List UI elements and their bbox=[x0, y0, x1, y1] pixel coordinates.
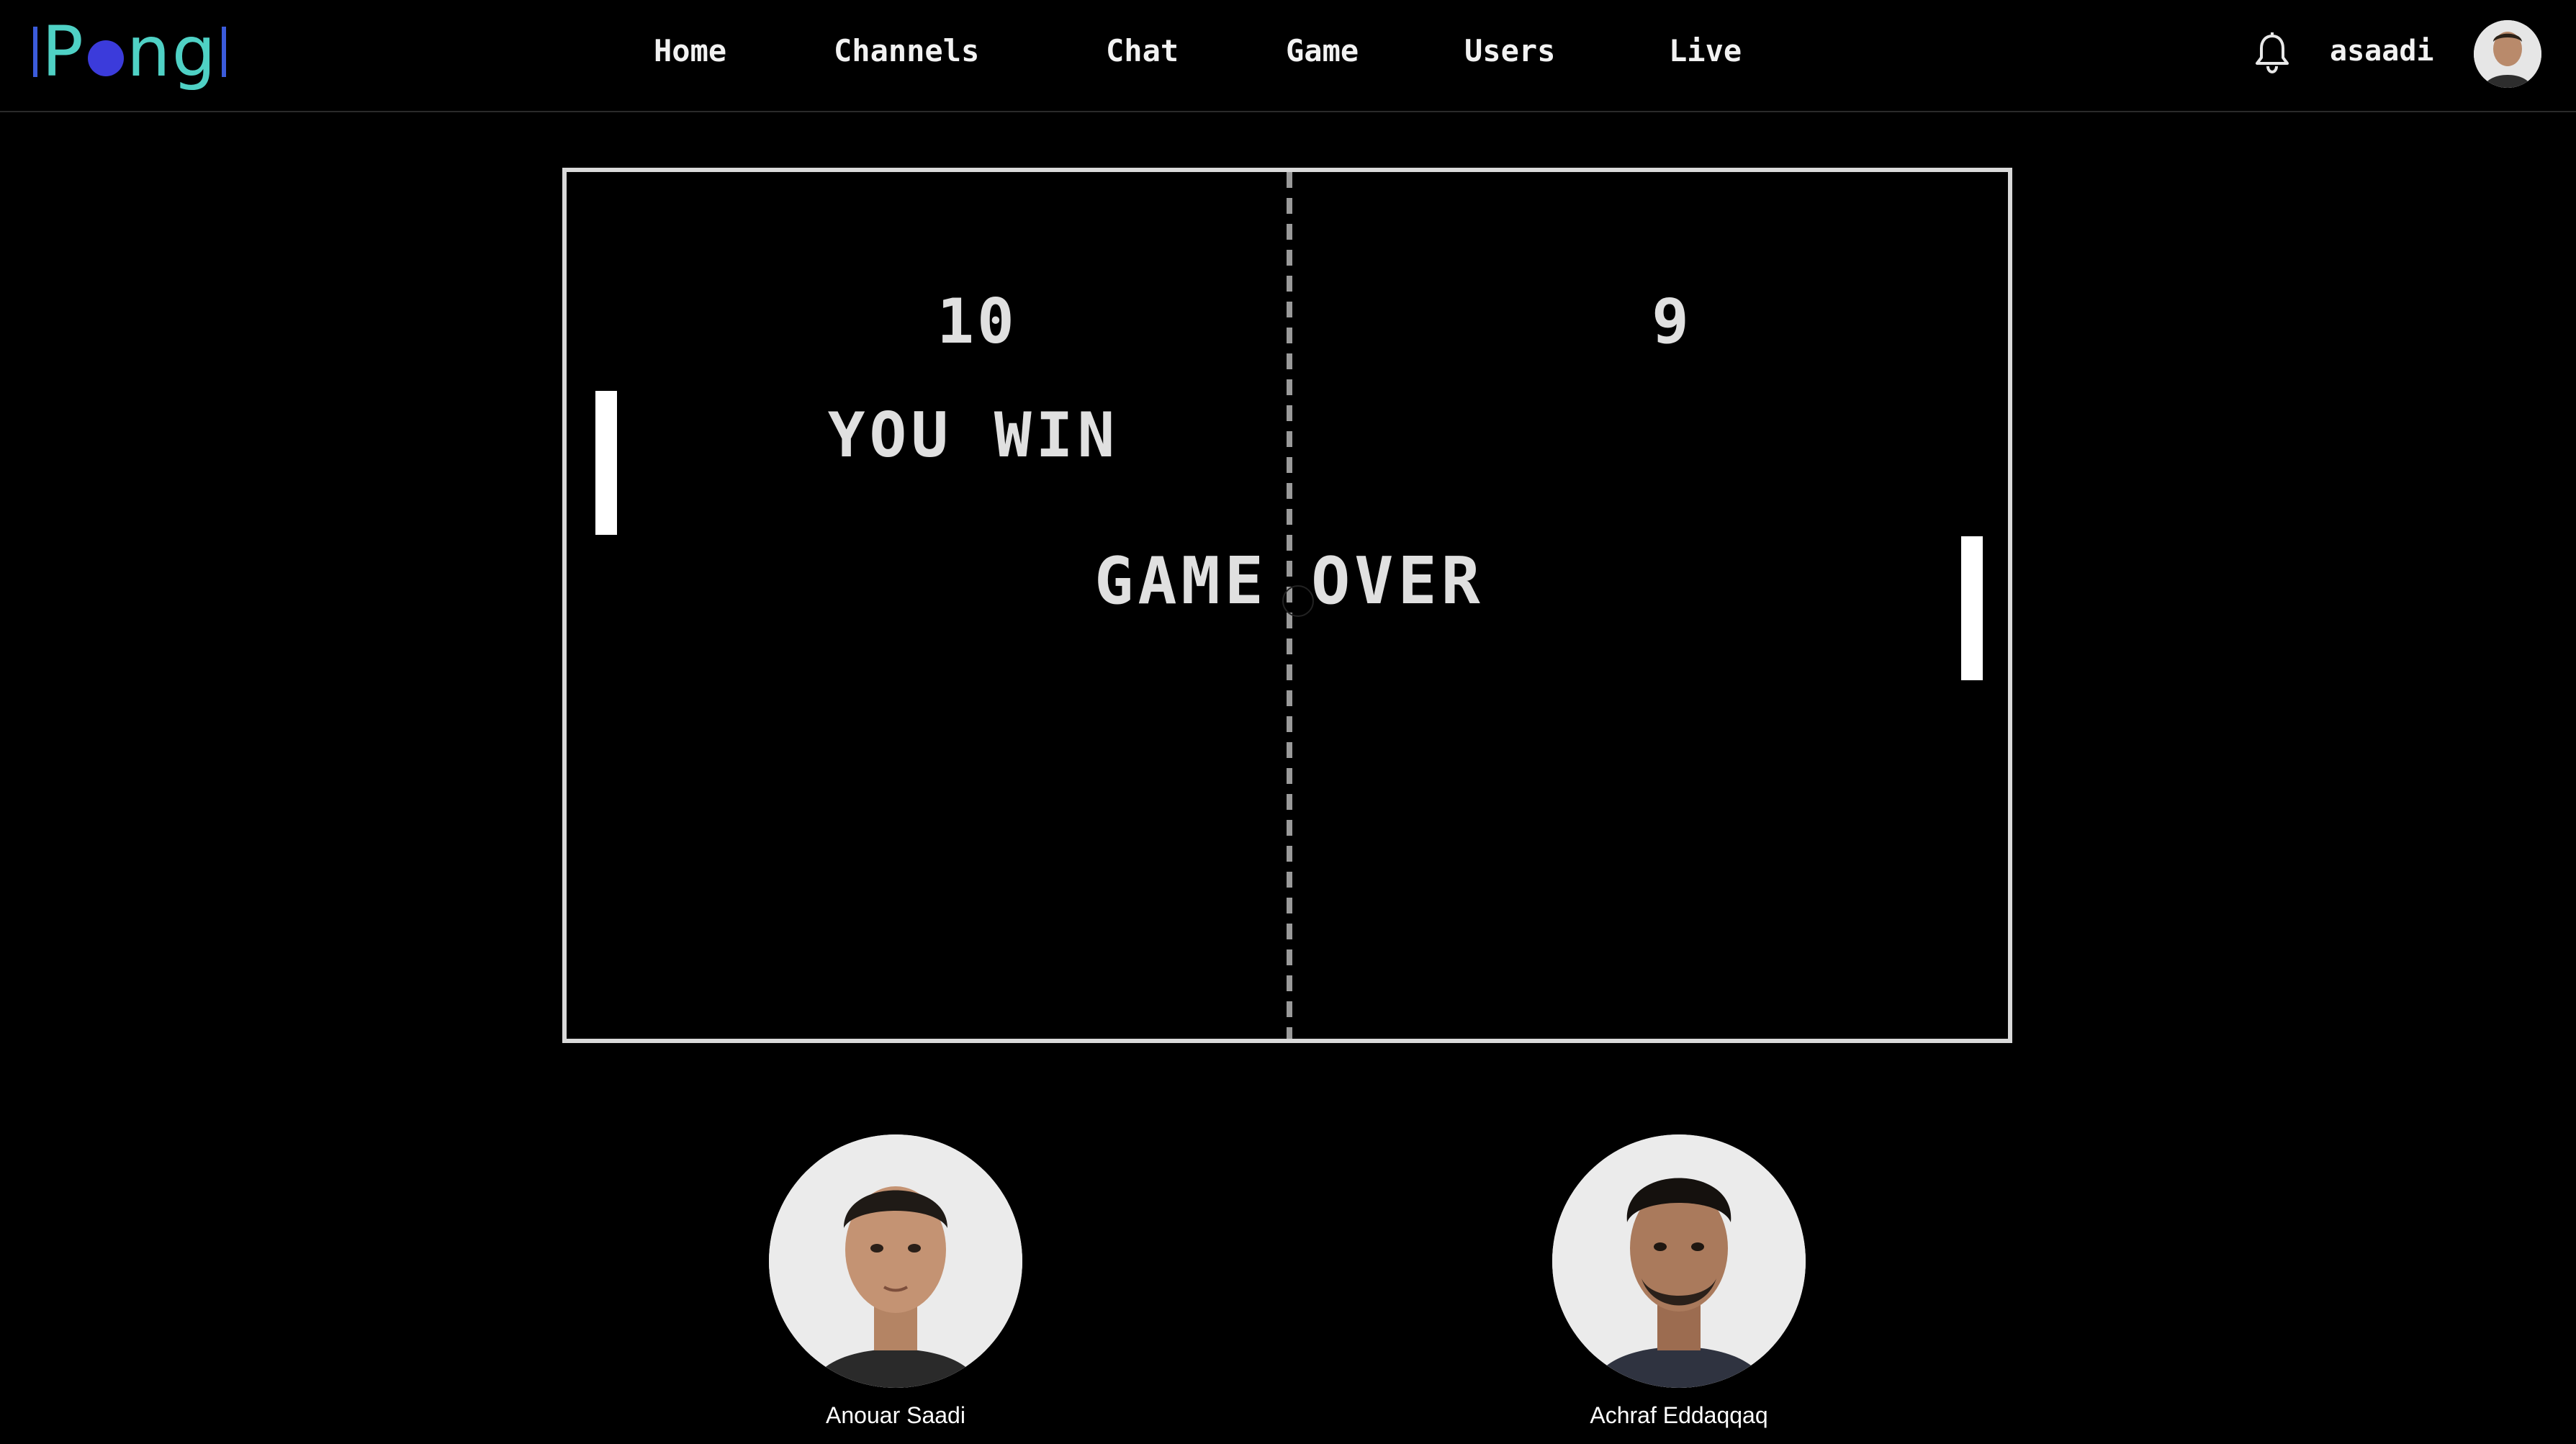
nav-channels[interactable]: Channels bbox=[834, 33, 979, 68]
player-left-photo bbox=[769, 1134, 1022, 1388]
nav-chat[interactable]: Chat bbox=[1106, 33, 1179, 68]
ball bbox=[1282, 585, 1314, 617]
result-message: YOU WIN bbox=[827, 400, 1120, 471]
nav-links: Home Channels Chat Game Users Live bbox=[0, 0, 2576, 107]
current-username[interactable]: asaadi bbox=[2330, 35, 2434, 68]
nav-home[interactable]: Home bbox=[654, 33, 726, 68]
nav-game[interactable]: Game bbox=[1286, 33, 1359, 68]
user-avatar[interactable] bbox=[2474, 20, 2541, 88]
avatar-person-image bbox=[2474, 20, 2541, 88]
left-paddle bbox=[595, 391, 617, 535]
player-right-name: Achraf Eddaqqaq bbox=[1590, 1402, 1768, 1428]
player-right-photo bbox=[1552, 1134, 1806, 1388]
top-navbar: P ng Home Channels Chat Game Users Live … bbox=[0, 0, 2576, 112]
player-right-avatar[interactable] bbox=[1552, 1134, 1806, 1388]
player-left-card: Anouar Saadi bbox=[766, 1134, 1025, 1429]
right-paddle bbox=[1961, 536, 1983, 680]
bell-icon[interactable] bbox=[2253, 32, 2291, 75]
right-player-score: 9 bbox=[1652, 286, 1692, 358]
nav-live[interactable]: Live bbox=[1669, 33, 1742, 68]
pong-game-board[interactable]: 10 9 YOU WIN GAME OVER bbox=[562, 168, 2012, 1043]
player-left-avatar[interactable] bbox=[769, 1134, 1022, 1388]
left-player-score: 10 bbox=[937, 286, 1017, 358]
player-right-card: Achraf Eddaqqaq bbox=[1549, 1134, 1809, 1429]
player-left-name: Anouar Saadi bbox=[826, 1402, 965, 1428]
nav-users[interactable]: Users bbox=[1464, 33, 1555, 68]
